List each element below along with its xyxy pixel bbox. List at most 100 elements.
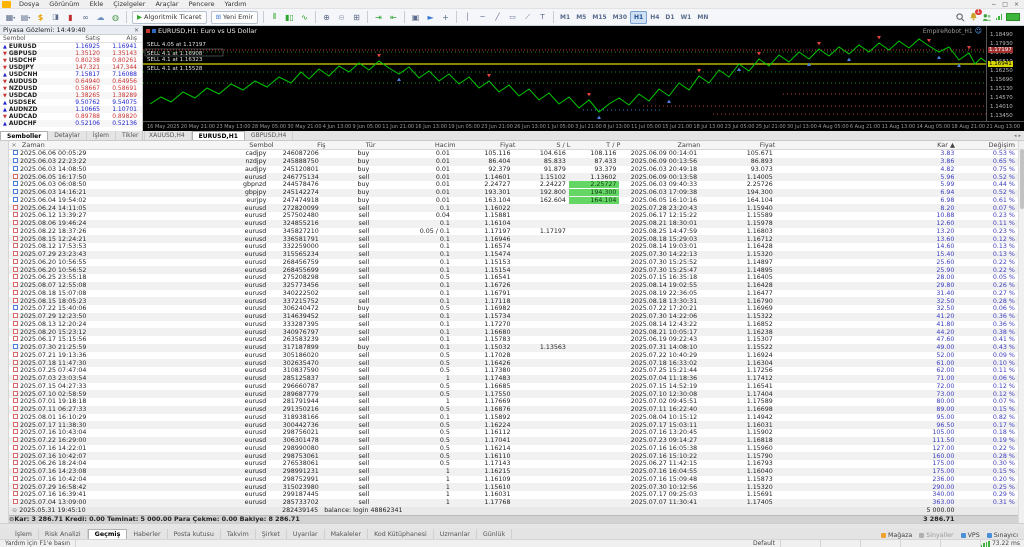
timeframe-h1[interactable]: H1	[630, 11, 648, 24]
toolbox-tab-risk-analizi[interactable]: Risk Analizi	[39, 529, 88, 539]
history-col-3-tr[interactable]: Tür	[329, 141, 379, 149]
chart-plot-area[interactable]: SELL 4.05 at 1.17197 SELL 4.1 at 1.16908 S…	[143, 26, 987, 121]
history-row[interactable]: 2025.07.22 15:40:06 eurusd 306240472 buy 0.5…	[9, 305, 1018, 313]
cloud-icon[interactable]: ☁	[94, 11, 107, 24]
history-row[interactable]: 2025.07.25 07:47:04 eurusd 310837590 sell 0.…	[9, 367, 1018, 375]
tab-scroll-left-icon[interactable]: ◂	[1014, 133, 1017, 139]
buy-marker-icon[interactable]	[737, 67, 741, 72]
history-col-6-sl[interactable]: S / L	[518, 141, 573, 149]
history-row[interactable]: 2025.07.15 04:27:33 eurusd 296660787 sell 0.…	[9, 382, 1018, 391]
bar-chart-icon[interactable]: ⫴	[268, 11, 281, 24]
toolbox-link-mağaza[interactable]: Mağaza	[880, 532, 912, 539]
auto-scroll-icon[interactable]: ⇥	[372, 11, 385, 24]
chart-shift-icon[interactable]: ⇤	[387, 11, 400, 24]
timeframe-m30[interactable]: M30	[610, 12, 630, 23]
history-row[interactable]: 2025.07.16 10:42:04 eurusd 298752991 sell 1 1…	[9, 475, 1018, 484]
history-row[interactable]: 2025.08.01 16:10:29 eurusd 318938166 sell 0.…	[9, 413, 1018, 422]
sell-marker-icon[interactable]	[967, 46, 971, 50]
chart-tab-gbpusd-h4[interactable]: GBPUSD,H4	[245, 131, 294, 140]
chart-window[interactable]: EURUSD,H1: Euro vs US Dollar EmpireRobot…	[143, 26, 1024, 131]
mw-tab-tikler[interactable]: Tikler	[116, 131, 146, 140]
history-row[interactable]: 2025.07.21 19:13:36 eurusd 305186020 sell 0.…	[9, 351, 1018, 360]
close-button[interactable]: ×	[1014, 1, 1019, 8]
market-watch-row-audchf[interactable]: ▲ AUDCHF 0.52106 0.52136	[0, 120, 142, 127]
buy-marker-icon[interactable]	[597, 115, 601, 120]
channel-icon[interactable]: ▭	[506, 11, 519, 24]
history-row[interactable]: 2025.08.15 12:24:21 eurusd 336581791 sell 0.…	[9, 235, 1018, 243]
status-profile[interactable]: Default	[748, 540, 781, 547]
history-row[interactable]: 2025.08.06 19:46:24 eurusd 324855216 sell 0.…	[9, 219, 1018, 228]
toolbox-link-sinyaller[interactable]: Sinyaller	[919, 532, 954, 539]
history-row[interactable]: 2025.06.05 16:17:50 eurusd 246775134 sell 0.…	[9, 173, 1018, 181]
history-vertical-scrollbar[interactable]	[1018, 141, 1024, 523]
market-watch-row-usdcnh[interactable]: ▲ USDCNH 7.15817 7.16088	[0, 71, 142, 78]
sell-marker-icon[interactable]	[487, 74, 491, 78]
timeframe-m5[interactable]: M5	[573, 12, 589, 23]
buy-marker-icon[interactable]	[397, 77, 401, 82]
algo-trading-button[interactable]: ▶ Algoritmik Ticaret	[132, 10, 207, 24]
timeframe-h4[interactable]: H4	[647, 12, 662, 23]
history-row[interactable]: 2025.06.03 14:08:50 audjpy 245120801 buy 0.0…	[9, 165, 1018, 174]
history-row[interactable]: 2025.08.18 15:07:08 eurusd 340222502 sell 0.…	[9, 289, 1018, 298]
horizontal-line-icon[interactable]: ─	[476, 11, 489, 24]
history-col-10-kar[interactable]: Kar ▲	[778, 141, 958, 149]
menu-çizelgeler[interactable]: Çizelgeler	[108, 0, 150, 8]
timeframe-m15[interactable]: M15	[589, 12, 609, 23]
market-watch-row-usdjpy[interactable]: ▼ USDJPY 147.321 147.344	[0, 64, 142, 71]
toolbox-close-icon[interactable]: ×	[9, 141, 19, 149]
tile-windows-icon[interactable]: ⊞	[350, 11, 363, 24]
chart-tab-xauusd-h4[interactable]: XAUUSD,H4	[143, 131, 192, 140]
market-watch-row-audusd[interactable]: ▼ AUDUSD 0.64940 0.64956	[0, 78, 142, 85]
profiles-icon[interactable]: ▤ ▾	[19, 11, 32, 24]
history-row[interactable]: 2025.08.15 18:05:23 eurusd 337215752 sell 0.…	[9, 297, 1018, 305]
history-row[interactable]: 2025.07.01 19:18:18 eurusd 281791944 sell 1 1…	[9, 398, 1018, 406]
history-row[interactable]: 2025.08.20 15:23:12 eurusd 340976797 sell 0.…	[9, 328, 1018, 336]
scrollbar-thumb[interactable]	[1020, 149, 1024, 209]
toolbox-tab-posta-kutusu[interactable]: Posta kutusu	[168, 529, 221, 539]
crosshair-icon[interactable]: +	[439, 11, 452, 24]
history-col-5-fiyat[interactable]: Fiyat	[458, 141, 518, 149]
history-row[interactable]: 2025.06.20 10:56:52 eurusd 268455699 sell 0.…	[9, 266, 1018, 274]
sell-marker-icon[interactable]	[757, 52, 761, 56]
history-row[interactable]: 2025.06.03 06:08:50 gbpnzd 244578476 buy 0.0…	[9, 181, 1018, 189]
history-row[interactable]: 2025.06.06 00:05:29 cadjpy 246087206 buy 0.0…	[9, 150, 1018, 158]
community-icon[interactable]: ◍	[109, 11, 122, 24]
toolbox-tab-uzmanlar[interactable]: Uzmanlar	[434, 529, 477, 539]
market-watch-row-usdsek[interactable]: ▲ USDSEK 9.50762 9.54075	[0, 99, 142, 106]
toolbox-tab-şirket[interactable]: Şirket	[256, 529, 287, 539]
history-row[interactable]: 2025.07.16 10:42:07 eurusd 298753061 sell 0.…	[9, 452, 1018, 460]
sell-order-label[interactable]: SELL 4.1 at 1.16323	[147, 57, 203, 63]
history-col-2-fi[interactable]: Fiş	[277, 141, 329, 149]
search-icon[interactable]	[955, 12, 965, 22]
template-icon[interactable]: ▣	[409, 11, 422, 24]
lock-icon[interactable]: ▮	[64, 11, 77, 24]
toolbox-tab-kod-kütüphanesi[interactable]: Kod Kütüphanesi	[368, 529, 434, 539]
history-col-7-tp[interactable]: T / P	[573, 141, 623, 149]
notifications-bell[interactable]: 1	[969, 8, 982, 23]
history-col-0-zaman[interactable]: Zaman	[19, 141, 219, 149]
history-row[interactable]: 2025.06.17 15:15:56 eurusd 263583239 sell 0.…	[9, 336, 1018, 344]
history-row[interactable]: 2025.06.26 18:24:04 eurusd 276538061 sell 0.…	[9, 460, 1018, 468]
toolbox-tab-uyarılar[interactable]: Uyarılar	[287, 529, 325, 539]
trendline-icon[interactable]: ╱	[491, 11, 504, 24]
history-row[interactable]: 2025.07.10 02:58:59 eurusd 289687779 sell 0.…	[9, 390, 1018, 398]
market-watch-row-nzdusd[interactable]: ▼ NZDUSD 0.58667 0.58691	[0, 85, 142, 92]
history-row[interactable]: 2025.06.24 14:11:05 eurusd 272820099 sell 0.…	[9, 204, 1018, 212]
chart-tab-eurusd-h1[interactable]: EURUSD,H1	[191, 131, 245, 140]
buy-marker-icon[interactable]	[937, 55, 941, 60]
sell-order-label[interactable]: SELL 4.1 at 1.15528	[147, 66, 203, 72]
history-row[interactable]: 2025.06.12 13:39:27 eurusd 257502480 sell 0.…	[9, 212, 1018, 220]
minimize-button[interactable]: −	[991, 1, 996, 8]
history-row[interactable]: 2025.07.16 14:22:01 eurusd 298990080 sell 0.…	[9, 444, 1018, 453]
toolbox-link-vps[interactable]: VPS	[960, 532, 980, 539]
market-watch-row-eurusd[interactable]: ▲ EURUSD 1.16925 1.16941	[0, 43, 142, 50]
line-chart-icon[interactable]: ∿	[298, 11, 311, 24]
toolbox-tab-haberler[interactable]: Haberler	[127, 529, 168, 539]
history-col-11-deiim[interactable]: Değişim	[958, 141, 1018, 149]
zoom-out-icon[interactable]: ⊖	[335, 11, 348, 24]
toolbox-tab-makaleler[interactable]: Makaleler	[325, 529, 369, 539]
history-row[interactable]: 2025.08.07 12:55:08 eurusd 325773456 sell 0.…	[9, 281, 1018, 290]
history-col-8-zaman[interactable]: Zaman	[623, 141, 703, 149]
buy-marker-icon[interactable]	[667, 99, 671, 104]
text-tool-icon[interactable]: T	[536, 11, 549, 24]
